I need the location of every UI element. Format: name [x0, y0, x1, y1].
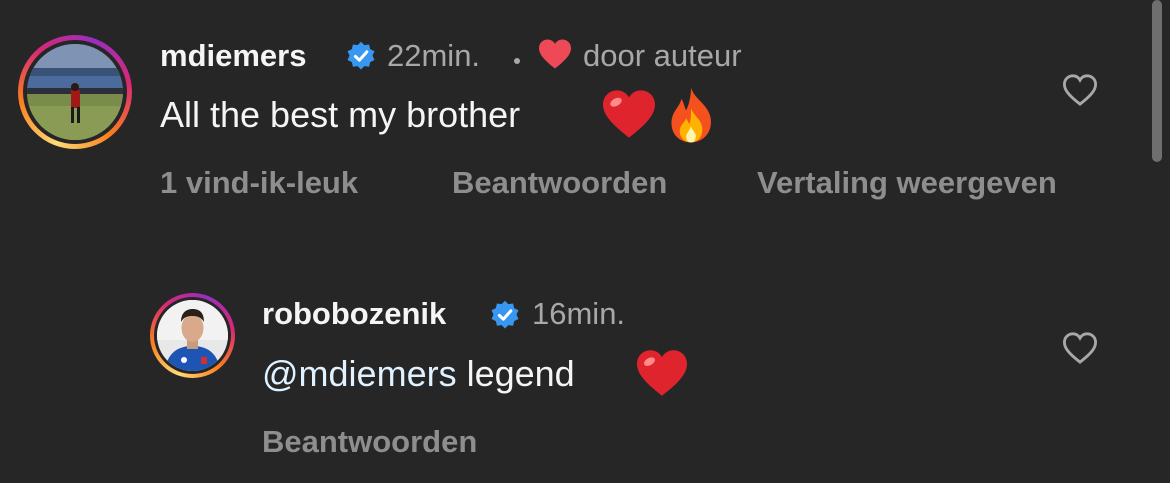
avatar[interactable]	[157, 300, 228, 371]
avatar-stadium-image	[27, 44, 123, 140]
liked-by-author-label: door auteur	[583, 38, 742, 73]
mention-link[interactable]: @mdiemers	[262, 353, 457, 394]
verified-badge-icon	[347, 41, 375, 70]
comment-time: 22min.	[387, 38, 481, 73]
avatar[interactable]	[27, 44, 123, 140]
like-count[interactable]: 1 vind-ik-leuk	[160, 165, 358, 201]
heart-outline-icon[interactable]	[1061, 73, 1099, 107]
comment-body: legend	[456, 353, 575, 394]
comment-text: @mdiemers legend	[262, 353, 575, 395]
comment-username[interactable]: robobozenik	[262, 296, 446, 332]
reply-button[interactable]: Beantwoorden	[262, 424, 477, 460]
red-heart-emoji-icon	[637, 350, 687, 396]
reply-button[interactable]: Beantwoorden	[452, 165, 667, 201]
author-liked-heart-icon	[539, 39, 571, 69]
comment-username[interactable]: mdiemers	[160, 38, 306, 74]
comments-screen: mdiemers 22min. door auteur All the best…	[0, 0, 1170, 483]
verified-badge-icon	[491, 300, 519, 329]
scrollbar[interactable]	[1152, 0, 1162, 162]
fire-emoji-icon	[671, 87, 711, 143]
see-translation-button[interactable]: Vertaling weergeven	[757, 165, 1057, 201]
comment-time: 16min.	[532, 296, 626, 331]
avatar-portrait-image	[157, 300, 228, 371]
heart-outline-icon[interactable]	[1061, 331, 1099, 365]
red-heart-emoji-icon	[603, 90, 655, 138]
comment-text: All the best my brother	[160, 94, 521, 135]
separator-dot	[514, 58, 520, 64]
